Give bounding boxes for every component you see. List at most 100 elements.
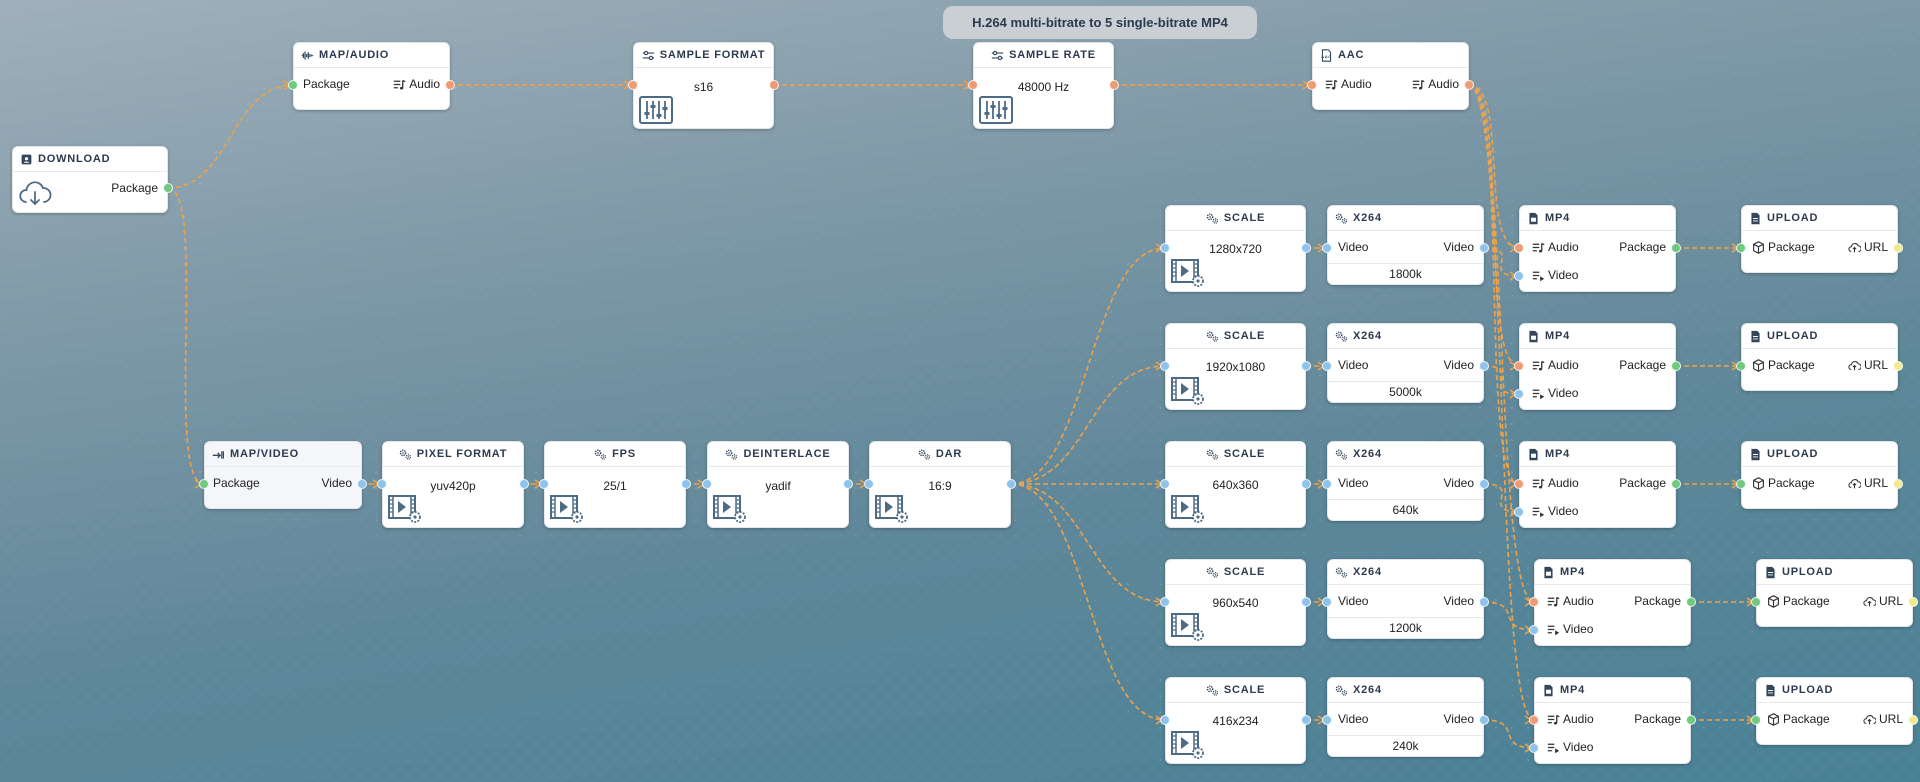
mp4-package-port[interactable] [1671,479,1681,489]
node-header: SCALE [1166,206,1305,231]
sample-format-out-port[interactable] [769,80,779,90]
sample-rate-in-port[interactable] [968,80,978,90]
fps-node[interactable]: FPS 25/1 [544,441,686,528]
upload-url-port[interactable] [1908,715,1918,725]
dar-out-port[interactable] [1006,479,1016,489]
upload-out: URL [1848,476,1888,490]
video-out-port[interactable] [357,479,367,489]
upload-package-port[interactable] [1751,715,1761,725]
x264-in-port[interactable] [1322,597,1332,607]
video-in-port[interactable] [377,479,387,489]
x264-out-port[interactable] [1479,361,1489,371]
scale-out-port[interactable] [1301,243,1311,253]
video-out-port[interactable] [681,479,691,489]
upload-package-port[interactable] [1736,361,1746,371]
bitrate-value: 1800k [1328,263,1483,284]
dar-node[interactable]: DAR 16:9 [869,441,1011,528]
sample-format-node[interactable]: SAMPLE FORMAT s16 [633,42,774,129]
aac-out-port[interactable] [1464,80,1474,90]
map-video-package-port[interactable] [199,479,209,489]
x264-node[interactable]: X264 Video Video 640k [1327,441,1484,521]
video-in-port[interactable] [539,479,549,489]
upload-package-port[interactable] [1736,479,1746,489]
x264-out-port[interactable] [1479,479,1489,489]
sample-format-in-port[interactable] [628,80,638,90]
x264-out-port[interactable] [1479,243,1489,253]
mp4-audio-port[interactable] [1529,597,1539,607]
download-node[interactable]: DOWNLOAD Package [12,146,168,213]
upload-node[interactable]: UPLOAD Package URL [1756,677,1913,745]
scale-out-port[interactable] [1301,715,1311,725]
scale-in-port[interactable] [1160,715,1170,725]
map-audio-node[interactable]: MAP/AUDIO Package Audio [293,42,450,110]
mp4-package-port[interactable] [1686,597,1696,607]
mp4-node[interactable]: MP4 Audio Video Package [1534,677,1691,764]
scale-node[interactable]: SCALE 416x234 [1165,677,1306,764]
mp4-node[interactable]: MP4 Audio Video Package [1519,205,1676,292]
upload-url-port[interactable] [1893,479,1903,489]
upload-node[interactable]: UPLOAD Package URL [1756,559,1913,627]
x264-node[interactable]: X264 Video Video 5000k [1327,323,1484,403]
mp4-audio-port[interactable] [1514,361,1524,371]
x264-node[interactable]: X264 Video Video 240k [1327,677,1484,757]
upload-url-port[interactable] [1893,243,1903,253]
mp4-package-port[interactable] [1671,243,1681,253]
deinterlace-node[interactable]: DEINTERLACE yadif [707,441,849,528]
mp4-node[interactable]: MP4 Audio Video Package [1519,323,1676,410]
upload-package-port[interactable] [1751,597,1761,607]
mp4-node[interactable]: MP4 Audio Video Package [1534,559,1691,646]
scale-out-port[interactable] [1301,597,1311,607]
mp4-video-port[interactable] [1514,507,1524,517]
video-in-port[interactable] [864,479,874,489]
upload-node[interactable]: UPLOAD Package URL [1741,441,1898,509]
scale-in-port[interactable] [1160,479,1170,489]
scale-in-port[interactable] [1160,361,1170,371]
x264-out-port[interactable] [1479,715,1489,725]
scale-in-port[interactable] [1160,597,1170,607]
x264-out-port[interactable] [1479,597,1489,607]
mp4-audio-port[interactable] [1514,243,1524,253]
map-audio-package-port[interactable] [288,80,298,90]
x264-node[interactable]: X264 Video Video 1200k [1327,559,1484,639]
map-audio-out-text: Audio [409,77,440,91]
mp4-audio-port[interactable] [1529,715,1539,725]
node-header: X264 [1328,206,1483,231]
sample-rate-out-port[interactable] [1109,80,1119,90]
upload-package-port[interactable] [1736,243,1746,253]
mp4-package-port[interactable] [1686,715,1696,725]
mp4-video-port[interactable] [1514,389,1524,399]
node-header: SCALE [1166,324,1305,349]
x264-in-port[interactable] [1322,243,1332,253]
mp4-video-port[interactable] [1529,743,1539,753]
mp4-audio-port[interactable] [1514,479,1524,489]
video-in-port[interactable] [702,479,712,489]
video-out-port[interactable] [519,479,529,489]
mp4-package-port[interactable] [1671,361,1681,371]
scale-node[interactable]: SCALE 640x360 [1165,441,1306,528]
pixel-format-node[interactable]: PIXEL FORMAT yuv420p [382,441,524,528]
download-package-port[interactable] [163,183,173,193]
scale-node[interactable]: SCALE 960x540 [1165,559,1306,646]
scale-out-port[interactable] [1301,479,1311,489]
x264-node[interactable]: X264 Video Video 1800k [1327,205,1484,285]
map-audio-out-port[interactable] [445,80,455,90]
upload-url-port[interactable] [1893,361,1903,371]
upload-url-port[interactable] [1908,597,1918,607]
sample-rate-node[interactable]: SAMPLE RATE 48000 Hz [973,42,1114,129]
aac-in-port[interactable] [1307,80,1317,90]
mp4-video-port[interactable] [1514,271,1524,281]
x264-in-port[interactable] [1322,715,1332,725]
upload-node[interactable]: UPLOAD Package URL [1741,205,1898,273]
video-out-port[interactable] [843,479,853,489]
aac-node[interactable]: AAC AAC Audio Audio [1312,42,1469,110]
map-video-node[interactable]: MAP/VIDEO Package Video [204,441,362,509]
x264-in-port[interactable] [1322,361,1332,371]
mp4-node[interactable]: MP4 Audio Video Package [1519,441,1676,528]
upload-node[interactable]: UPLOAD Package URL [1741,323,1898,391]
scale-node[interactable]: SCALE 1280x720 [1165,205,1306,292]
scale-in-port[interactable] [1160,243,1170,253]
scale-node[interactable]: SCALE 1920x1080 [1165,323,1306,410]
scale-out-port[interactable] [1301,361,1311,371]
x264-in-port[interactable] [1322,479,1332,489]
mp4-video-port[interactable] [1529,625,1539,635]
